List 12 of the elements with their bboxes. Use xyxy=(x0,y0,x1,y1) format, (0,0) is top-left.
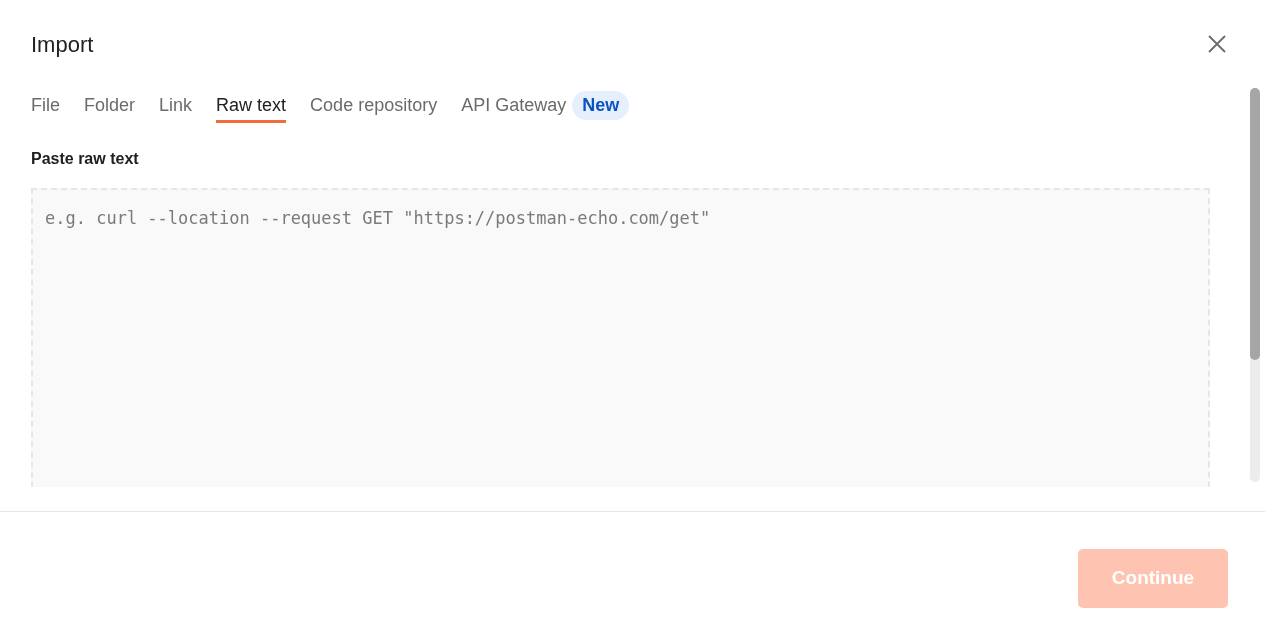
scrollbar[interactable] xyxy=(1250,88,1260,482)
dialog-title: Import xyxy=(31,30,94,59)
tab[interactable]: API Gateway New xyxy=(461,88,630,123)
tab[interactable]: Raw text xyxy=(216,88,287,123)
tab[interactable]: Folder xyxy=(84,88,136,123)
tab[interactable]: Code repository xyxy=(310,88,438,123)
tab[interactable]: File xyxy=(31,88,60,123)
tab[interactable]: Link xyxy=(159,88,193,123)
close-icon[interactable] xyxy=(1207,34,1227,54)
raw-text-input[interactable]: e.g. curl --location --request GET "https://postman-echo.com/get" xyxy=(31,188,1210,487)
field-label: Paste raw text xyxy=(31,149,140,169)
new-badge: New xyxy=(572,91,630,120)
